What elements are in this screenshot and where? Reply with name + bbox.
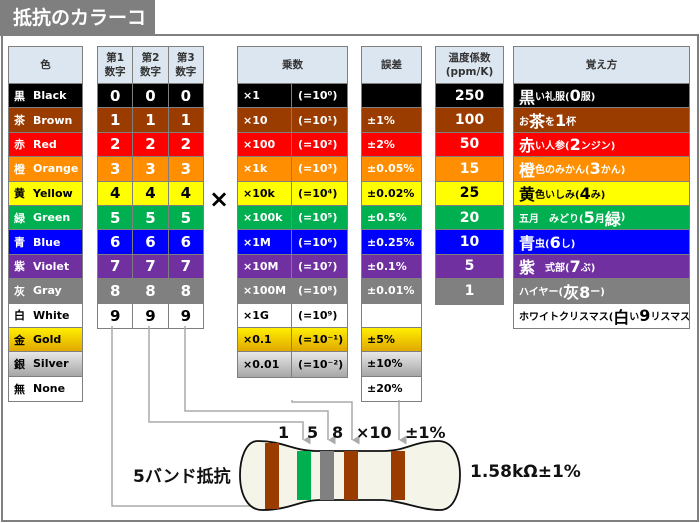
resistor-diagram	[111, 326, 461, 511]
band-label-2: 5	[307, 423, 319, 442]
resistor-band-5	[391, 451, 405, 500]
resistor-band-2	[297, 451, 311, 500]
band-label-5: ±1%	[405, 423, 446, 442]
resistor-band-4	[344, 451, 358, 500]
band-label-3: 8	[332, 423, 344, 442]
example-label: 5バンド抵抗	[133, 467, 231, 487]
example-value: 1.58kΩ±1%	[470, 462, 581, 482]
band-label-4: ×10	[356, 423, 392, 442]
band-label-1: 1	[278, 423, 290, 442]
resistor-band-1	[265, 443, 279, 509]
resistor-band-3	[320, 451, 334, 500]
